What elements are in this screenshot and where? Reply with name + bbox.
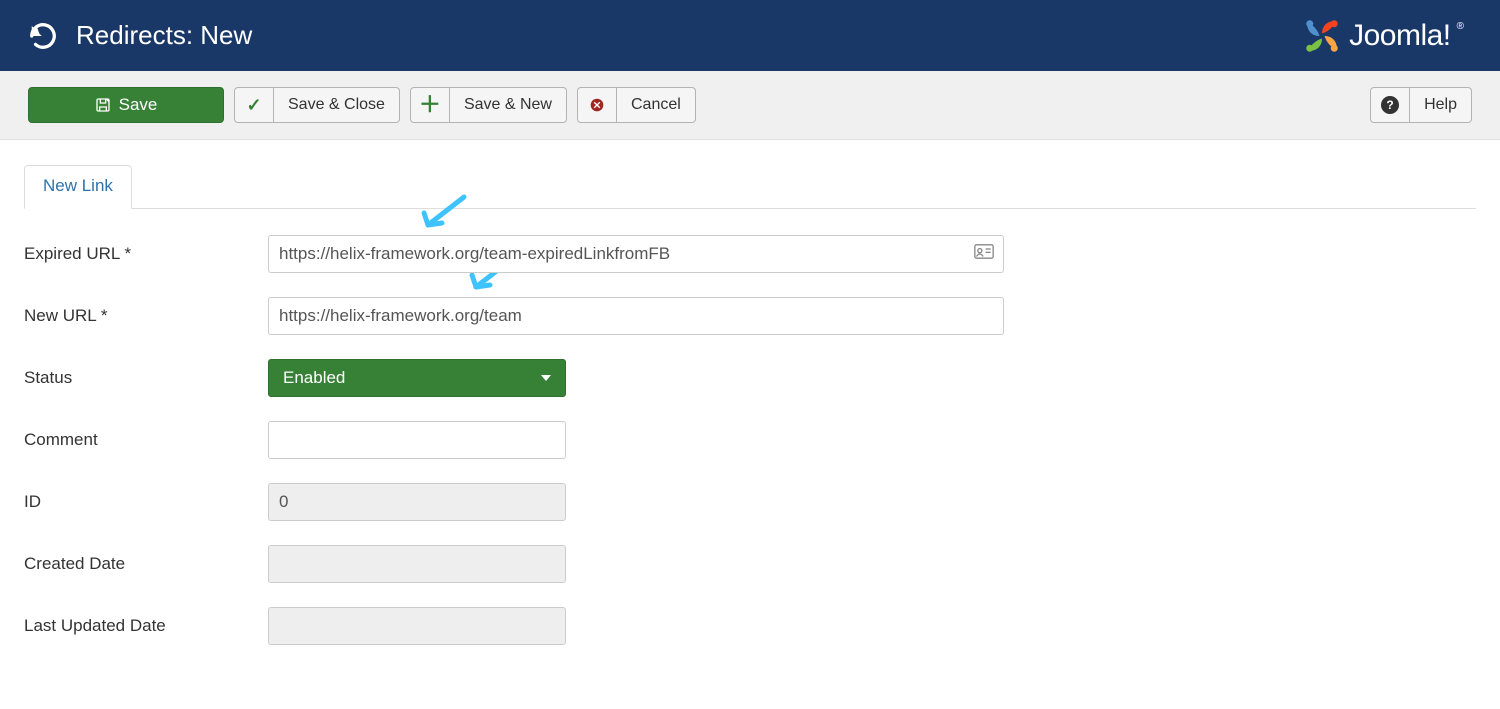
label-comment: Comment bbox=[24, 430, 268, 450]
cancel-label: Cancel bbox=[631, 96, 681, 114]
row-created: Created Date bbox=[24, 545, 1476, 583]
form: Expired URL * New URL * Status Enabled bbox=[24, 209, 1476, 645]
save-close-label: Save & Close bbox=[288, 96, 385, 114]
row-id: ID bbox=[24, 483, 1476, 521]
help-icon: ? bbox=[1381, 96, 1399, 114]
label-new-url: New URL * bbox=[24, 306, 268, 326]
cancel-group: Cancel bbox=[577, 87, 696, 123]
joomla-logo-text: Joomla! bbox=[1349, 19, 1451, 53]
save-new-label: Save & New bbox=[464, 96, 552, 114]
save-close-icon-button[interactable]: ✓ bbox=[234, 87, 274, 123]
redirect-icon bbox=[28, 21, 58, 51]
toolbar: Save ✓ Save & Close ＋ Save & New bbox=[0, 71, 1500, 140]
tab-new-link[interactable]: New Link bbox=[24, 165, 132, 209]
new-url-input[interactable] bbox=[268, 297, 1004, 335]
cancel-button[interactable]: Cancel bbox=[617, 87, 696, 123]
row-new-url: New URL * bbox=[24, 297, 1476, 335]
plus-icon: ＋ bbox=[419, 94, 441, 116]
page-header: Redirects: New Joomla! ® bbox=[0, 0, 1500, 71]
caret-down-icon bbox=[541, 375, 551, 381]
cancel-icon bbox=[590, 98, 604, 112]
updated-date-input bbox=[268, 607, 566, 645]
save-close-button[interactable]: Save & Close bbox=[274, 87, 400, 123]
toolbar-left: Save ✓ Save & Close ＋ Save & New bbox=[28, 87, 696, 123]
save-new-button[interactable]: Save & New bbox=[450, 87, 567, 123]
row-status: Status Enabled bbox=[24, 359, 1476, 397]
label-updated: Last Updated Date bbox=[24, 616, 268, 636]
expired-url-wrap bbox=[268, 235, 1004, 273]
expired-url-input[interactable] bbox=[268, 235, 1004, 273]
registered-icon: ® bbox=[1457, 21, 1464, 32]
status-value: Enabled bbox=[283, 368, 345, 388]
id-input bbox=[268, 483, 566, 521]
page-title: Redirects: New bbox=[76, 20, 252, 51]
save-close-group: ✓ Save & Close bbox=[234, 87, 400, 123]
joomla-mark-icon bbox=[1301, 15, 1343, 57]
help-label: Help bbox=[1424, 96, 1457, 114]
save-icon bbox=[95, 97, 111, 113]
contact-card-icon bbox=[974, 244, 994, 265]
label-status: Status bbox=[24, 368, 268, 388]
save-button[interactable]: Save bbox=[28, 87, 224, 123]
help-icon-button[interactable]: ? bbox=[1370, 87, 1410, 123]
help-button[interactable]: Help bbox=[1410, 87, 1472, 123]
row-expired-url: Expired URL * bbox=[24, 235, 1476, 273]
content: New Link Expired URL * bbox=[0, 140, 1500, 709]
created-date-input bbox=[268, 545, 566, 583]
joomla-logo: Joomla! ® bbox=[1301, 15, 1464, 57]
row-comment: Comment bbox=[24, 421, 1476, 459]
cancel-icon-button[interactable] bbox=[577, 87, 617, 123]
status-select[interactable]: Enabled bbox=[268, 359, 566, 397]
label-id: ID bbox=[24, 492, 268, 512]
save-new-icon-button[interactable]: ＋ bbox=[410, 87, 450, 123]
comment-input[interactable] bbox=[268, 421, 566, 459]
row-updated: Last Updated Date bbox=[24, 607, 1476, 645]
label-created: Created Date bbox=[24, 554, 268, 574]
header-left: Redirects: New bbox=[28, 20, 252, 51]
tab-row: New Link bbox=[24, 164, 1476, 209]
save-new-group: ＋ Save & New bbox=[410, 87, 567, 123]
toolbar-right: ? Help bbox=[1370, 87, 1472, 123]
label-expired-url: Expired URL * bbox=[24, 244, 268, 264]
save-button-label: Save bbox=[119, 95, 158, 115]
help-group: ? Help bbox=[1370, 87, 1472, 123]
tab-new-link-label: New Link bbox=[43, 176, 113, 195]
check-icon: ✓ bbox=[246, 95, 261, 116]
